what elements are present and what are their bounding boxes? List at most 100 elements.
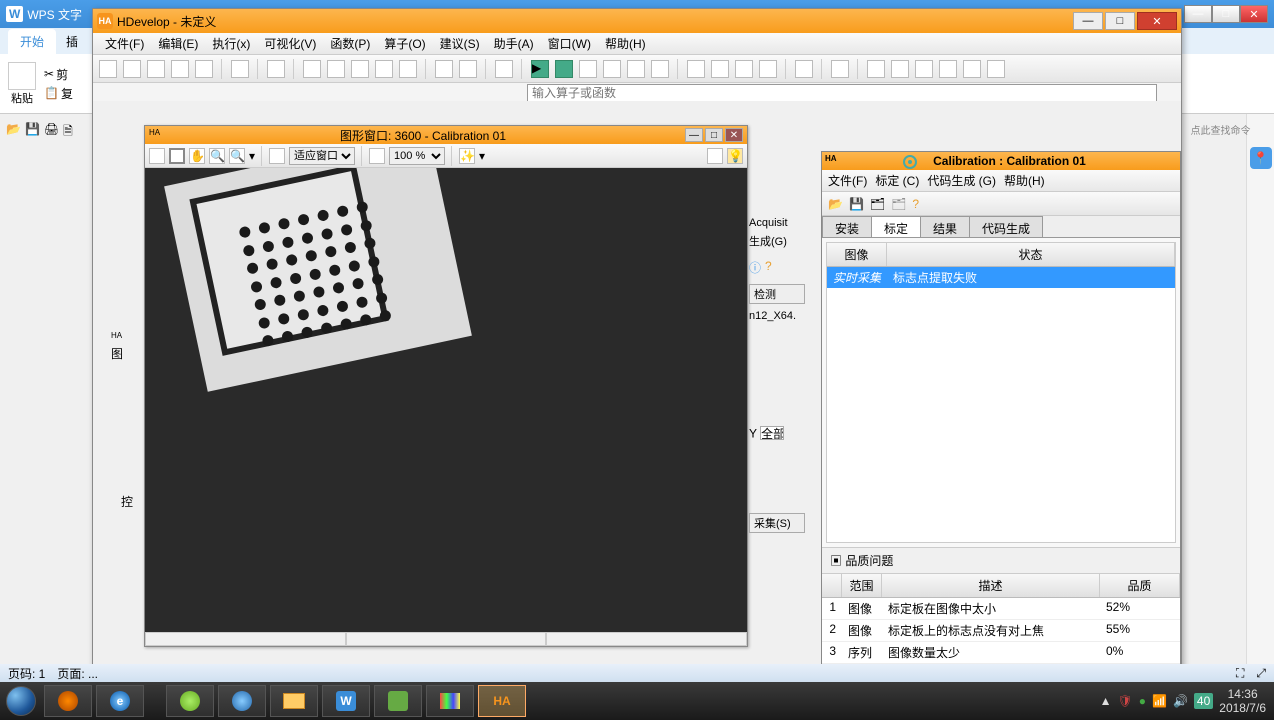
taskbar-explorer[interactable] [270, 685, 318, 717]
wps-tab-start[interactable]: 开始 [8, 29, 56, 54]
step-icon[interactable] [555, 60, 573, 78]
feature-insp-icon[interactable] [987, 60, 1005, 78]
quality-row[interactable]: 3序列图像数量太少0% [822, 642, 1180, 664]
taskbar-ie[interactable]: e [96, 685, 144, 717]
tray-network-icon[interactable]: 📶 [1152, 694, 1167, 708]
col-status[interactable]: 状态 [887, 243, 1175, 266]
hd-maximize-button[interactable]: □ [1105, 12, 1135, 30]
clear-icon[interactable]: ✨ [459, 148, 475, 164]
cal-menu-codegen[interactable]: 代码生成 (G) [927, 172, 996, 189]
cut-icon[interactable]: ✂ [44, 67, 54, 81]
load-images-icon[interactable]: 🗂 [870, 197, 885, 211]
undo-icon[interactable] [375, 60, 393, 78]
col-image[interactable]: 图像 [827, 243, 887, 266]
taskbar-hdevelop[interactable]: HA [478, 685, 526, 717]
location-icon[interactable]: 📍 [1250, 147, 1272, 169]
cut-icon[interactable] [303, 60, 321, 78]
taskbar-paint[interactable] [426, 685, 474, 717]
wps-tab-insert[interactable]: 插 [58, 29, 86, 54]
deactivate-icon[interactable] [735, 60, 753, 78]
replace-icon[interactable] [459, 60, 477, 78]
cal-tab-setup[interactable]: 安装 [822, 216, 872, 237]
gfx-close-button[interactable]: ✕ [725, 128, 743, 142]
hd-menu-operators[interactable]: 算子(O) [378, 33, 431, 54]
hd-menu-file[interactable]: 文件(F) [99, 33, 150, 54]
expand-icon[interactable]: ⤢ [1256, 666, 1266, 681]
image-row-selected[interactable]: 实时采集 标志点提取失败 [827, 267, 1175, 288]
save-all-icon[interactable] [171, 60, 189, 78]
gfx-maximize-button[interactable]: □ [705, 128, 723, 142]
quality-header[interactable]: ▣ 品质问题 [822, 548, 1180, 574]
step-out-icon[interactable] [627, 60, 645, 78]
step-into-icon[interactable] [579, 60, 597, 78]
y-input[interactable] [760, 426, 784, 440]
taskbar-wps[interactable]: W [322, 685, 370, 717]
feature-hist-icon[interactable] [891, 60, 909, 78]
help-icon[interactable]: ? [765, 259, 772, 276]
gfx-titlebar[interactable]: HA 图形窗口: 3600 - Calibration 01 — □ ✕ [145, 126, 747, 144]
cal-menu-calibrate[interactable]: 标定 (C) [875, 172, 919, 189]
open-icon[interactable] [123, 60, 141, 78]
tray-badge[interactable]: 40 [1194, 693, 1213, 709]
info-icon[interactable]: ⓘ [749, 259, 761, 276]
hd-titlebar[interactable]: HA HDevelop - 未定义 — □ ✕ [93, 9, 1181, 33]
zoom-tool-icon[interactable]: 🔍 [229, 148, 245, 164]
reset-icon[interactable] [687, 60, 705, 78]
lightbulb-icon[interactable]: 💡 [727, 148, 743, 164]
zoom-select[interactable]: 100 % [389, 147, 445, 165]
save-icon[interactable]: 💾 [25, 122, 40, 143]
quality-row[interactable]: 2图像标定板上的标志点没有对上焦55% [822, 620, 1180, 642]
refresh-icon[interactable] [795, 60, 813, 78]
step-over-icon[interactable] [603, 60, 621, 78]
taskbar-app-1[interactable] [44, 685, 92, 717]
print-icon[interactable]: 🖨 [44, 122, 59, 143]
gfx-scrollbar[interactable] [145, 632, 747, 646]
ocr-assist-icon[interactable] [831, 60, 849, 78]
fit-select[interactable]: 适应窗口 [289, 147, 355, 165]
wps-close-button[interactable]: ✕ [1240, 5, 1268, 23]
hd-menu-edit[interactable]: 编辑(E) [152, 33, 204, 54]
wps-minimize-button[interactable]: — [1184, 5, 1212, 23]
cal-menu-help[interactable]: 帮助(H) [1004, 172, 1045, 189]
hd-menu-assistants[interactable]: 助手(A) [488, 33, 540, 54]
taskbar-app-2[interactable] [166, 685, 214, 717]
hd-menu-visualize[interactable]: 可视化(V) [258, 33, 322, 54]
copy-icon[interactable]: 📋 [44, 86, 59, 100]
find-icon[interactable] [435, 60, 453, 78]
assistant-icon[interactable] [267, 60, 285, 78]
save-images-icon[interactable]: 🗂 [891, 197, 906, 211]
taskbar-app-3[interactable] [218, 685, 266, 717]
hd-menu-suggest[interactable]: 建议(S) [434, 33, 486, 54]
cal-tab-calibrate[interactable]: 标定 [871, 216, 921, 237]
pointer-icon[interactable] [149, 148, 165, 164]
zoom-icon[interactable] [939, 60, 957, 78]
stop-icon[interactable] [651, 60, 669, 78]
col-quality[interactable]: 品质 [1100, 574, 1180, 597]
operator-input[interactable] [527, 84, 1157, 102]
tray-icon-2[interactable]: ● [1139, 694, 1146, 708]
tray-icon[interactable]: ▲ [1100, 694, 1112, 708]
hd-menu-procedures[interactable]: 函数(P) [324, 33, 376, 54]
taskbar-app-4[interactable] [374, 685, 422, 717]
new-icon[interactable] [99, 60, 117, 78]
hd-close-button[interactable]: ✕ [1137, 12, 1177, 30]
gfx-minimize-button[interactable]: — [685, 128, 703, 142]
line-profile-icon[interactable] [915, 60, 933, 78]
help-icon[interactable]: ? [912, 197, 919, 211]
redo-icon[interactable] [399, 60, 417, 78]
hd-menu-execute[interactable]: 执行(x) [206, 33, 256, 54]
fullscreen-icon[interactable]: ⛶ [1236, 666, 1244, 681]
fit-icon[interactable] [269, 148, 285, 164]
folder-open-icon[interactable]: 📂 [6, 122, 21, 143]
cal-tab-codegen[interactable]: 代码生成 [969, 216, 1043, 237]
detect-button[interactable]: 检测 [749, 284, 805, 304]
run-icon[interactable]: ▶ [531, 60, 549, 78]
breakpoint-icon[interactable] [759, 60, 777, 78]
copy-icon[interactable] [327, 60, 345, 78]
cal-menu-file[interactable]: 文件(F) [828, 172, 867, 189]
save-icon[interactable] [147, 60, 165, 78]
hd-minimize-button[interactable]: — [1073, 12, 1103, 30]
print-preview-icon[interactable]: 🗎 [63, 122, 73, 143]
col-scope[interactable]: 范围 [842, 574, 882, 597]
open-icon[interactable]: 📂 [828, 197, 843, 211]
